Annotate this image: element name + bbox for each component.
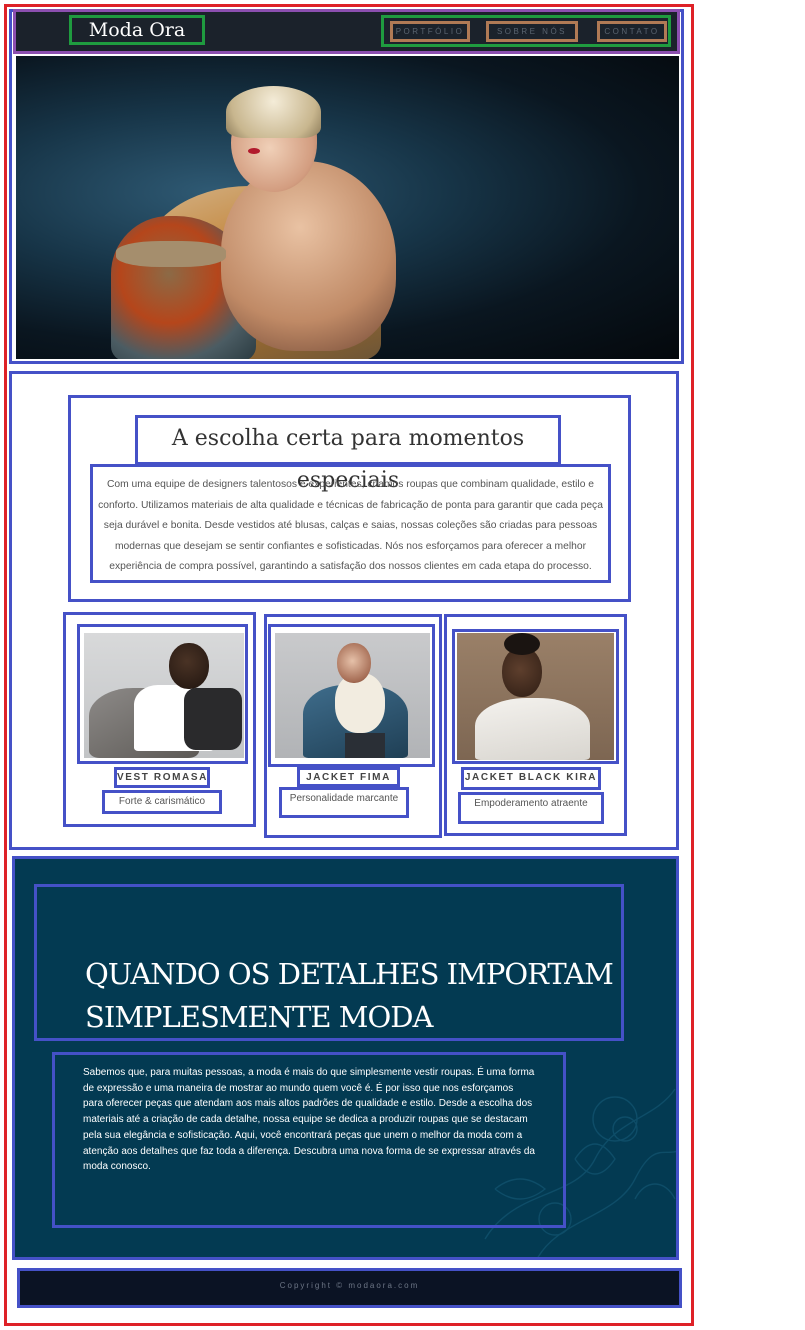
product-image-frame xyxy=(452,629,619,764)
product-subtitle: Empoderamento atraente xyxy=(458,792,604,824)
product-image-frame xyxy=(268,624,435,767)
footer: Copyright © modaora.com xyxy=(17,1268,682,1308)
main-nav: PORTFÓLIO SOBRE NÓS CONTATO xyxy=(381,15,671,47)
product-image-frame xyxy=(77,624,248,764)
nav-link-contato[interactable]: CONTATO xyxy=(597,21,667,42)
feature-heading: QUANDO OS DETALHES IMPORTAM SIMPLESMENTE … xyxy=(34,884,624,1041)
hero-image xyxy=(16,56,679,359)
product-image[interactable] xyxy=(457,633,614,760)
brand-logo[interactable]: Moda Ora xyxy=(69,15,205,45)
product-image[interactable] xyxy=(84,633,244,758)
feature-heading-line2: SIMPLESMENTE MODA xyxy=(85,1000,433,1034)
product-title[interactable]: VEST ROMASA xyxy=(114,767,210,788)
product-subtitle: Personalidade marcante xyxy=(279,787,409,818)
product-title[interactable]: JACKET BLACK KIRA xyxy=(461,767,601,790)
product-subtitle: Forte & carismático xyxy=(102,790,222,814)
section-title: A escolha certa para momentos especiais xyxy=(135,415,561,493)
nav-link-portfolio[interactable]: PORTFÓLIO xyxy=(390,21,470,42)
feature-paragraph: Sabemos que, para muitas pessoas, a moda… xyxy=(52,1052,566,1228)
product-image[interactable] xyxy=(275,633,430,758)
intro-paragraph: Com uma equipe de designers talentosos e… xyxy=(90,464,611,583)
nav-link-sobre-nos[interactable]: SOBRE NÓS xyxy=(486,21,578,42)
product-title[interactable]: JACKET FIMA xyxy=(297,767,400,787)
copyright-text: Copyright © modaora.com xyxy=(279,1281,420,1290)
feature-heading-line1: QUANDO OS DETALHES IMPORTAM xyxy=(85,957,614,991)
